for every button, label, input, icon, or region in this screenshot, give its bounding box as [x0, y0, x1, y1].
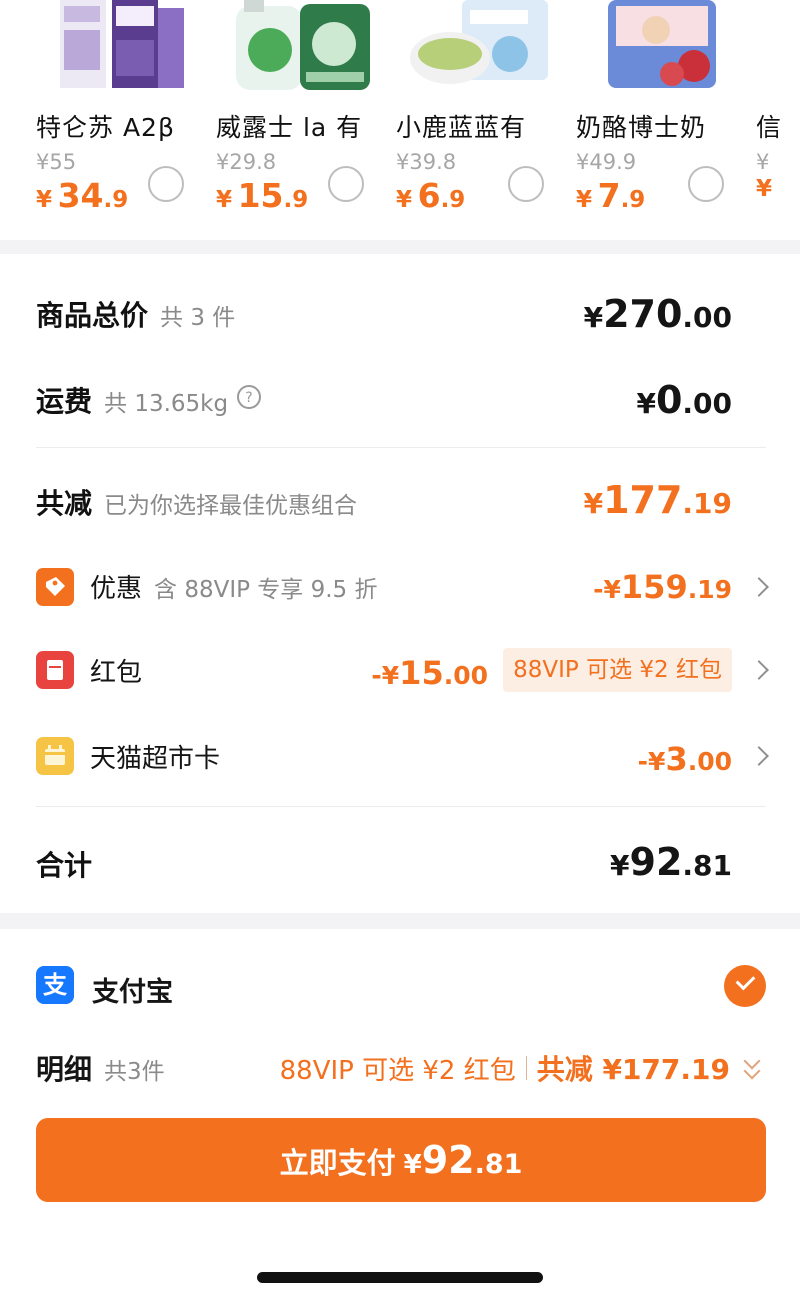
product-select-radio[interactable] — [328, 166, 364, 202]
red-packet-icon — [36, 651, 74, 689]
red-packet-amount: -¥15.00 — [371, 654, 488, 692]
shipping-label: 运费 — [36, 385, 93, 418]
chevron-double-down-icon — [742, 1052, 764, 1083]
milk-box-icon — [60, 0, 184, 88]
product-name: 小鹿蓝蓝有 — [396, 113, 527, 142]
reduction-hint: 已为你选择最佳优惠组合 — [104, 493, 358, 519]
svg-text:?: ? — [245, 390, 252, 406]
chevron-right-icon — [749, 577, 769, 597]
promo-amount: -¥159.19 — [593, 568, 732, 606]
product-original-price: ¥55 — [36, 150, 77, 174]
supermarket-card-row[interactable]: 天猫超市卡 -¥3.00 — [36, 734, 769, 778]
detail-total-reduction: 共减 ¥177.19 — [536, 1053, 730, 1086]
supermarket-card-amount: -¥3.00 — [637, 740, 732, 778]
product-sale-price: ¥ 34.9 — [36, 176, 129, 215]
product-original-price: ¥ — [756, 150, 770, 174]
product-sale-price: ¥ 7.9 — [576, 176, 646, 215]
product-name: 特仑苏 A2β — [36, 113, 175, 142]
shipping-weight: 共 13.65kg — [104, 391, 229, 417]
promo-discount-row[interactable]: 优惠含 88VIP 专享 9.5 折 -¥159.19 — [36, 566, 769, 608]
goods-total-amount: ¥270.00 — [583, 292, 732, 336]
product-select-radio[interactable] — [508, 166, 544, 202]
payment-method-row[interactable]: 支 支付宝 — [0, 960, 800, 1012]
reduction-label: 共减 — [36, 487, 93, 520]
section-divider — [0, 240, 800, 254]
alipay-icon: 支 — [36, 966, 74, 1004]
order-total-label: 合计 — [36, 849, 93, 882]
divider — [525, 1056, 527, 1080]
payment-method-label: 支付宝 — [92, 977, 173, 1008]
product-card[interactable]: 小鹿蓝蓝有 ¥39.8 ¥ 6.9 — [396, 0, 566, 240]
red-packet-label: 红包 — [90, 658, 143, 688]
detergent-bottle-icon — [236, 0, 370, 90]
product-name: 威露士 la 有 — [216, 113, 363, 142]
baby-food-icon — [410, 0, 548, 84]
divider — [36, 806, 766, 807]
goods-total-row: 商品总价共 3 件 ¥270.00 — [36, 292, 766, 338]
product-card[interactable]: 信 ¥ ¥ — [756, 0, 800, 240]
product-select-radio[interactable] — [148, 166, 184, 202]
product-sale-price: ¥ 6.9 — [396, 176, 466, 215]
shipping-amount: ¥0.00 — [636, 378, 732, 422]
goods-count: 共 3 件 — [160, 305, 236, 331]
product-sale-price: ¥ — [756, 176, 773, 202]
product-original-price: ¥29.8 — [216, 150, 277, 174]
pay-now-button[interactable]: 立即支付 ¥92.81 — [36, 1118, 766, 1202]
promo-detail: 含 88VIP 专享 9.5 折 — [154, 577, 378, 603]
product-card[interactable]: 威露士 la 有 ¥29.8 ¥ 15.9 — [216, 0, 386, 240]
goods-total-label: 商品总价 — [36, 299, 149, 332]
snack-bag-icon — [608, 0, 716, 88]
home-indicator[interactable] — [257, 1272, 543, 1283]
reduction-amount: ¥177.19 — [583, 478, 732, 522]
section-divider — [0, 913, 800, 929]
product-select-radio[interactable] — [688, 166, 724, 202]
divider — [36, 447, 766, 448]
detail-label: 明细 — [36, 1053, 93, 1086]
product-sale-price: ¥ 15.9 — [216, 176, 309, 215]
gift-card-icon — [36, 737, 74, 775]
order-total-amount: ¥92.81 — [610, 840, 732, 884]
total-reduction-row: 共减 已为你选择最佳优惠组合 ¥177.19 — [36, 478, 766, 524]
selected-check-icon[interactable] — [724, 965, 766, 1007]
product-name: 奶酪博士奶 — [576, 113, 707, 142]
detail-summary[interactable]: 88VIP 可选 ¥2 红包 共减 ¥177.19 — [280, 1048, 764, 1088]
chevron-right-icon — [749, 660, 769, 680]
product-name: 信 — [756, 113, 783, 142]
tag-icon — [36, 568, 74, 606]
supermarket-card-label: 天猫超市卡 — [90, 744, 221, 774]
product-card[interactable]: 奶酪博士奶 ¥49.9 ¥ 7.9 — [576, 0, 746, 240]
order-detail-bar[interactable]: 明细 共3件 88VIP 可选 ¥2 红包 共减 ¥177.19 — [0, 1042, 800, 1092]
product-original-price: ¥49.9 — [576, 150, 637, 174]
chevron-right-icon — [749, 746, 769, 766]
promo-label: 优惠 — [90, 574, 143, 604]
order-total-row: 合计 ¥92.81 — [36, 840, 766, 890]
product-card[interactable]: 特仑苏 A2β ¥55 ¥ 34.9 — [36, 0, 206, 240]
shipping-row: 运费共 13.65kg ? ¥0.00 — [36, 378, 766, 424]
detail-count: 共3件 — [104, 1059, 165, 1085]
product-original-price: ¥39.8 — [396, 150, 457, 174]
vip-red-packet-badge[interactable]: 88VIP 可选 ¥2 红包 — [503, 648, 732, 692]
product-carousel[interactable]: 特仑苏 A2β ¥55 ¥ 34.9 威露士 la 有 ¥29.8 ¥ 15.9… — [0, 0, 800, 240]
red-packet-row[interactable]: 红包 -¥15.00 88VIP 可选 ¥2 红包 — [36, 648, 769, 692]
help-icon[interactable]: ? — [236, 384, 262, 410]
detail-vip-option: 88VIP 可选 ¥2 红包 — [279, 1056, 516, 1086]
